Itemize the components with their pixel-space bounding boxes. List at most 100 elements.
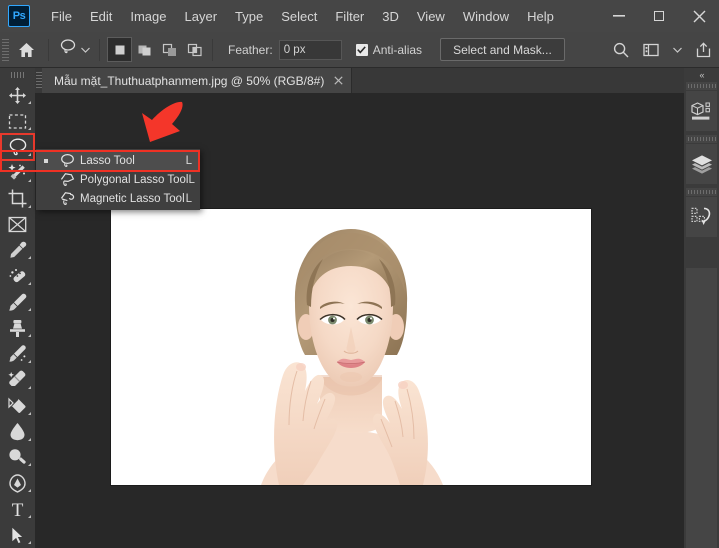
select-and-mask-button[interactable]: Select and Mask... — [440, 38, 565, 61]
photoshop-logo: Ps — [8, 5, 30, 27]
tools-panel-grip[interactable] — [10, 72, 25, 79]
flyout-shortcut: L — [185, 192, 192, 205]
crop-tool[interactable] — [1, 186, 34, 212]
horizontal-type-tool[interactable]: T — [1, 496, 34, 522]
menu-view[interactable]: View — [408, 0, 454, 32]
minimize-button[interactable] — [599, 0, 639, 32]
flyout-corner-icon — [28, 256, 31, 260]
flyout-corner-icon — [28, 127, 31, 131]
menu-image[interactable]: Image — [121, 0, 175, 32]
layers-icon[interactable] — [686, 144, 717, 184]
window-controls — [599, 0, 719, 32]
collapse-panels-button[interactable]: « — [684, 68, 719, 82]
flyout-corner-icon — [28, 308, 31, 312]
move-tool[interactable] — [1, 82, 34, 108]
flyout-corner-icon — [28, 359, 31, 363]
subtract-from-selection-button[interactable] — [157, 37, 182, 62]
pen-tool[interactable] — [1, 470, 34, 496]
flyout-corner-icon — [28, 540, 31, 544]
actions-icon[interactable] — [686, 197, 717, 237]
eraser-tool[interactable] — [1, 367, 34, 393]
portrait-photo — [111, 209, 591, 485]
chevron-down-icon[interactable] — [671, 39, 683, 61]
menu-type[interactable]: Type — [226, 0, 272, 32]
antialias-checkbox[interactable]: Anti-alias — [355, 42, 423, 57]
lasso-icon — [58, 37, 78, 62]
menu-3d[interactable]: 3D — [373, 0, 408, 32]
panel-grip[interactable] — [686, 135, 717, 144]
svg-text:T: T — [12, 500, 24, 519]
antialias-label: Anti-alias — [372, 42, 423, 57]
selection-mode-group — [107, 37, 207, 62]
menu-help[interactable]: Help — [518, 0, 563, 32]
flyout-item-magnetic-lasso-tool[interactable]: Magnetic Lasso Tool L — [36, 189, 200, 208]
polygonal-lasso-icon — [57, 172, 77, 188]
flyout-corner-icon — [28, 178, 31, 182]
panel-grip[interactable] — [686, 188, 717, 197]
document-tab-bar: Mẫu mặt_Thuthuatphanmem.jpg @ 50% (RGB/8… — [35, 68, 684, 93]
search-icon[interactable] — [611, 39, 631, 61]
menu-window[interactable]: Window — [454, 0, 518, 32]
active-tool-preset[interactable] — [54, 37, 94, 62]
flyout-corner-icon — [28, 463, 31, 467]
frame-tool[interactable] — [1, 212, 34, 238]
flyout-corner-icon — [28, 153, 31, 157]
feather-input[interactable]: 0 px — [278, 39, 342, 60]
path-selection-tool[interactable] — [1, 522, 34, 548]
tools-panel: T — [0, 68, 35, 548]
menu-file[interactable]: File — [42, 0, 81, 32]
share-icon[interactable] — [693, 39, 713, 61]
right-panel-dock: « — [684, 68, 719, 548]
selected-bullet-icon — [44, 158, 48, 163]
gradient-tool[interactable] — [1, 393, 34, 419]
clone-stamp-tool[interactable] — [1, 315, 34, 341]
new-selection-button[interactable] — [107, 37, 132, 62]
close-button[interactable] — [679, 0, 719, 32]
close-icon[interactable] — [334, 75, 343, 87]
magnetic-lasso-icon — [57, 191, 77, 207]
blur-tool[interactable] — [1, 419, 34, 445]
flyout-corner-icon — [28, 437, 31, 441]
lasso-tool[interactable] — [0, 133, 35, 162]
menu-filter[interactable]: Filter — [326, 0, 373, 32]
workspace-icon[interactable] — [641, 39, 661, 61]
history-brush-tool[interactable] — [1, 341, 34, 367]
actions-panel-group — [686, 188, 717, 237]
properties-cube-icon[interactable] — [686, 91, 717, 131]
menu-items: File Edit Image Layer Type Select Filter… — [42, 0, 563, 32]
eyedropper-tool[interactable] — [1, 238, 34, 264]
options-bar-grip[interactable] — [2, 38, 9, 61]
maximize-button[interactable] — [639, 0, 679, 32]
document-tab[interactable]: Mẫu mặt_Thuthuatphanmem.jpg @ 50% (RGB/8… — [42, 68, 353, 93]
dodge-tool[interactable] — [1, 445, 34, 471]
checkmark-icon — [355, 43, 368, 56]
flyout-shortcut: L — [188, 173, 195, 186]
spot-healing-brush-tool[interactable] — [1, 263, 34, 289]
brush-tool[interactable] — [1, 289, 34, 315]
menu-layer[interactable]: Layer — [176, 0, 227, 32]
chevron-down-icon[interactable] — [81, 45, 90, 55]
quick-selection-tool[interactable] — [1, 160, 34, 186]
add-to-selection-button[interactable] — [132, 37, 157, 62]
document-tab-title: Mẫu mặt_Thuthuatphanmem.jpg @ 50% (RGB/8… — [54, 73, 325, 88]
flyout-corner-icon — [28, 334, 31, 338]
document-canvas[interactable] — [111, 209, 591, 485]
divider — [212, 38, 213, 61]
menu-edit[interactable]: Edit — [81, 0, 121, 32]
red-arrow-annotation — [120, 100, 190, 167]
divider — [99, 38, 100, 61]
home-icon[interactable] — [9, 33, 43, 67]
flyout-item-polygonal-lasso-tool[interactable]: Polygonal Lasso Tool L — [36, 170, 200, 189]
menu-select[interactable]: Select — [272, 0, 326, 32]
flyout-corner-icon — [28, 385, 31, 389]
flyout-label: Polygonal Lasso Tool — [80, 173, 189, 186]
panel-grip[interactable] — [686, 82, 717, 91]
lasso-icon — [57, 153, 77, 169]
empty-dock-area[interactable] — [686, 268, 717, 548]
flyout-corner-icon — [28, 515, 31, 519]
intersect-with-selection-button[interactable] — [182, 37, 207, 62]
flyout-corner-icon — [28, 101, 31, 105]
rectangular-marquee-tool[interactable] — [1, 108, 34, 134]
flyout-corner-icon — [28, 204, 31, 208]
feather-label: Feather: — [228, 42, 273, 57]
